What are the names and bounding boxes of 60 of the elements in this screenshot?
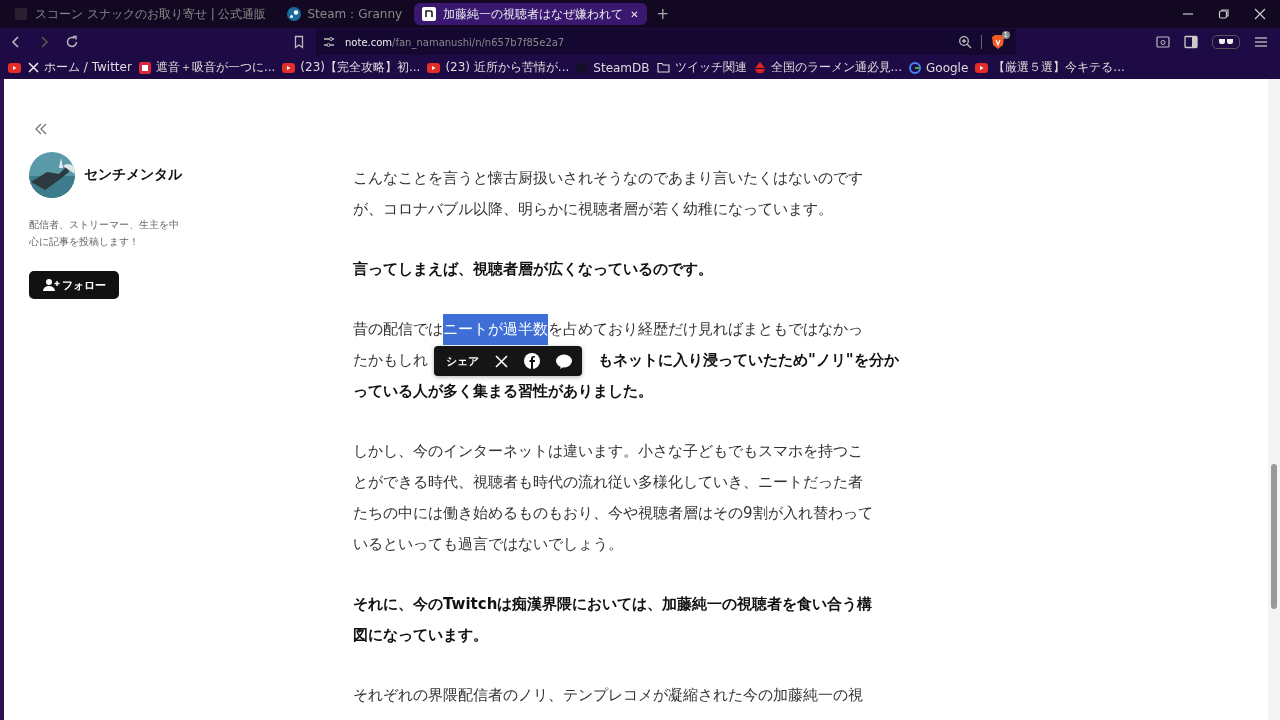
close-tab-button[interactable]: ✕ <box>630 8 639 20</box>
sidebar-toggle-icon[interactable] <box>1184 35 1198 49</box>
selected-text: ニートが過半数 <box>443 314 548 345</box>
paragraph: それぞれの界隈配信者のノリ、テンプレコメが凝縮された今の加藤純一の視 <box>353 685 864 706</box>
page-icon <box>14 7 28 21</box>
zoom-icon[interactable] <box>957 35 972 49</box>
paragraph: それに、今のTwitchは痴漢界隈においては、加藤純一の視聴者を食い合う構図になっています。 <box>353 594 873 646</box>
menu-icon[interactable] <box>1254 35 1268 49</box>
bookmark-item[interactable]: 全国のラーメン通必見... <box>753 59 902 76</box>
author-bio: 配信者、ストリーマー、生主を中心に記事を投稿します！ <box>29 218 180 249</box>
bookmark-item[interactable]: 【厳選５選】今キテる... <box>975 59 1125 76</box>
text-line: もネットに入り浸っていたため"ノリ"を分か <box>598 350 899 371</box>
play-button-icon <box>282 62 296 73</box>
private-window-button[interactable] <box>1212 35 1240 49</box>
bookmark-item[interactable]: ホーム / Twitter <box>28 59 132 76</box>
scrollbar-thumb[interactable] <box>1271 464 1277 609</box>
bookmark-item[interactable]: SteamDB <box>576 60 650 75</box>
text-line: 昔の配信では <box>353 319 443 340</box>
browser-tab[interactable]: Steam：Granny <box>278 3 411 25</box>
new-tab-button[interactable]: + <box>650 5 676 23</box>
bookmark-item[interactable] <box>8 62 21 73</box>
bookmark-icon[interactable] <box>292 35 306 49</box>
bookmark-item[interactable]: (23)【完全攻略】初... <box>282 59 421 76</box>
x-logo-icon <box>28 62 39 73</box>
lion-shield-icon[interactable] <box>990 34 1005 50</box>
glasses-icon <box>1218 38 1234 46</box>
paragraph: 言ってしまえば、視聴者層が広くなっているのです。 <box>353 259 714 280</box>
site-icon <box>576 61 589 74</box>
site-settings-icon[interactable] <box>322 35 336 49</box>
paragraph: こんなことを言うと懐古厨扱いされそうなのであまり言いたくはないのですが、コロナバブル以降、明らかに視聴者層が若く幼稚になっています。 <box>353 168 864 220</box>
browser-tab[interactable]: 加藤純一の視聴者はなぜ嫌われて ✕ <box>414 3 647 25</box>
reload-button[interactable] <box>65 35 79 49</box>
steam-logo-icon <box>286 7 301 21</box>
app-icon <box>138 61 151 74</box>
follow-button[interactable]: フォロー <box>29 271 119 299</box>
google-g-icon <box>909 61 921 74</box>
text-line: を占めており経歴だけ見ればまともではなかっ <box>548 319 863 340</box>
author-name[interactable]: センチメンタル <box>84 166 182 184</box>
speech-bubble-icon[interactable] <box>556 353 572 369</box>
play-button-icon <box>975 62 989 73</box>
facebook-icon[interactable] <box>524 353 540 369</box>
bookmark-item[interactable]: (23) 近所から苦情が... <box>427 59 570 76</box>
play-button-icon <box>8 62 21 73</box>
note-logo-icon <box>422 7 437 21</box>
paragraph: しかし、今のインターネットは違います。小さな子どもでもスマホを持つことができる時代、視聴者も時代の流れ従い多様化していき、ニートだった者たちの中には働き始めるものもおり、今や視聴者層はその9割が入れ替わっているといっても過言ではないでしょう。 <box>353 441 873 555</box>
x-logo-icon[interactable] <box>495 354 508 368</box>
bookmark-item[interactable]: Google <box>909 60 969 75</box>
share-label: シェア <box>446 353 479 370</box>
restore-button[interactable] <box>1218 8 1230 20</box>
tab-search-icon[interactable] <box>1156 35 1170 49</box>
close-window-button[interactable] <box>1254 8 1266 20</box>
folder-icon <box>656 62 670 73</box>
browser-tab[interactable]: スコーン スナックのお取り寄せ | 公式通販 <box>6 3 275 25</box>
play-button-icon <box>427 62 441 73</box>
bookmark-item[interactable]: 遮音＋吸音が一つに... <box>138 59 276 76</box>
collapse-icon[interactable] <box>34 123 48 135</box>
text-line: たかもしれ <box>353 350 428 371</box>
text-line: っている人が多く集まる習性がありました。 <box>353 381 653 402</box>
bookmark-item[interactable]: ツイッチ関連 <box>656 59 747 76</box>
add-user-icon <box>43 279 60 291</box>
